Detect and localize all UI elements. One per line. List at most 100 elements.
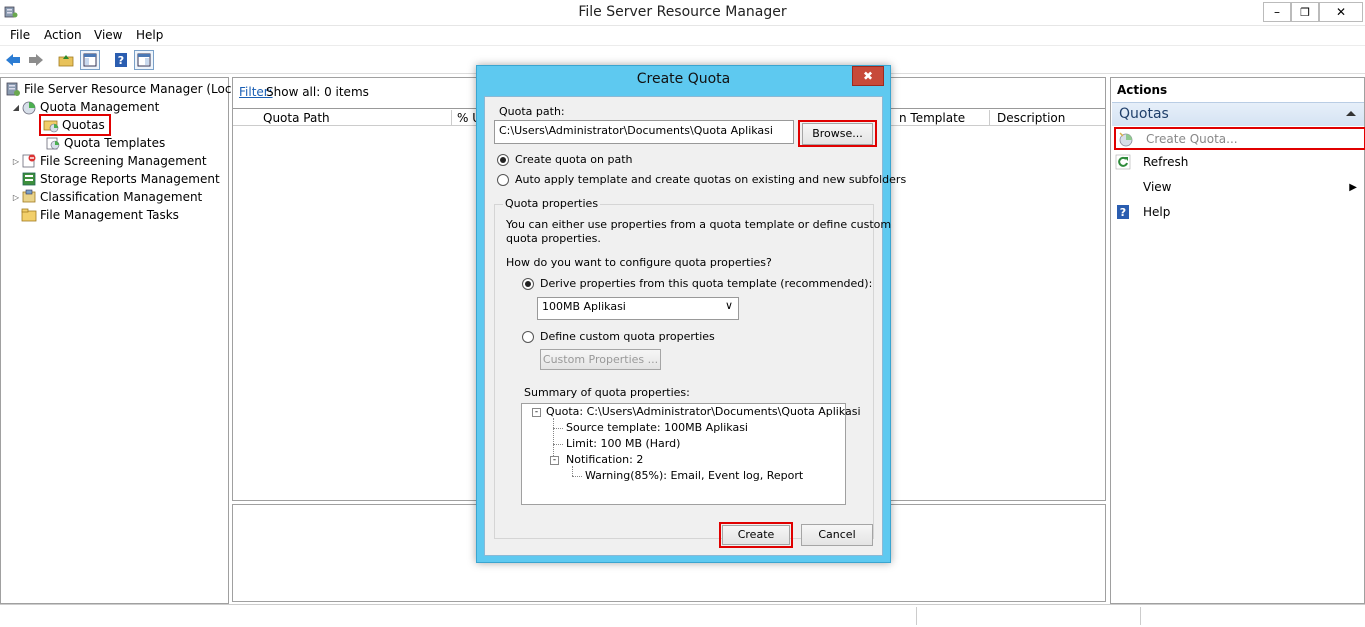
menu-bar: File Action View Help xyxy=(0,26,1365,46)
forward-button[interactable] xyxy=(26,50,46,70)
tree-item-file-management-tasks[interactable]: File Management Tasks xyxy=(21,206,179,224)
close-icon: ✕ xyxy=(1335,5,1347,19)
how-configure-prompt: How do you want to configure quota prope… xyxy=(506,256,772,269)
collapse-minus-icon[interactable]: - xyxy=(550,456,559,465)
close-window-button[interactable]: ✕ xyxy=(1319,2,1363,22)
tree-label-storage-reports: Storage Reports Management xyxy=(40,172,220,186)
minimize-icon: – xyxy=(1274,5,1280,19)
quota-management-icon xyxy=(22,101,36,115)
tree-item-quota-templates[interactable]: Quota Templates xyxy=(45,134,165,152)
show-hide-tree-button[interactable] xyxy=(80,50,100,70)
browse-button[interactable]: Browse... xyxy=(802,123,873,145)
collapse-minus-icon[interactable]: - xyxy=(532,408,541,417)
summary-limit: Limit: 100 MB (Hard) xyxy=(566,437,681,450)
custom-properties-button[interactable]: Custom Properties ... xyxy=(540,349,661,370)
tree-label-file-screening: File Screening Management xyxy=(40,154,207,168)
restore-icon: ❐ xyxy=(1300,5,1310,19)
tree-item-quotas[interactable]: Quotas xyxy=(39,114,111,136)
action-refresh[interactable]: Refresh xyxy=(1115,151,1188,173)
dialog-title: Create Quota xyxy=(636,71,731,87)
menu-help[interactable]: Help xyxy=(136,28,163,42)
summary-source-template: Source template: 100MB Aplikasi xyxy=(566,421,748,434)
action-label-view: View xyxy=(1143,180,1172,194)
dialog-close-button[interactable]: ✖ xyxy=(852,66,884,86)
action-label-create-quota: Create Quota... xyxy=(1146,131,1238,146)
console-tree: File Server Resource Manager (Local) ◢ Q… xyxy=(0,77,247,604)
tree-label-file-management-tasks: File Management Tasks xyxy=(40,208,179,222)
radio-custom-label: Define custom quota properties xyxy=(540,330,715,343)
actions-section-quotas[interactable]: Quotas xyxy=(1112,102,1364,126)
server-icon xyxy=(6,82,20,96)
close-icon: ✖ xyxy=(862,69,874,83)
tree-label-classification: Classification Management xyxy=(40,190,203,204)
svg-text:?: ? xyxy=(1120,206,1126,219)
quota-path-label: Quota path: xyxy=(499,105,565,118)
action-help[interactable]: ? Help xyxy=(1115,201,1170,223)
menu-action[interactable]: Action xyxy=(44,28,82,42)
tree-label-quotas: Quotas xyxy=(62,118,105,132)
radio-custom-properties[interactable] xyxy=(522,331,534,343)
radio-derive-from-template[interactable] xyxy=(522,278,534,290)
expand-arrow-icon[interactable]: ▷ xyxy=(11,157,21,166)
up-folder-button[interactable] xyxy=(56,50,76,70)
menu-view[interactable]: View xyxy=(94,28,122,42)
tree-item-fsrm-root[interactable]: File Server Resource Manager (Local) xyxy=(3,80,247,98)
actions-pane: Actions Quotas Create Quota... Refresh V… xyxy=(1110,77,1365,604)
menu-file[interactable]: File xyxy=(10,28,30,42)
quota-properties-group-label: Quota properties xyxy=(503,197,601,210)
properties-description-line1: You can either use properties from a quo… xyxy=(506,218,892,231)
action-create-quota[interactable]: Create Quota... xyxy=(1114,127,1365,150)
quota-path-input[interactable]: C:\Users\Administrator\Documents\Quota A… xyxy=(494,120,794,144)
folder-up-icon xyxy=(58,55,74,67)
cancel-button[interactable]: Cancel xyxy=(801,524,873,546)
svg-text:?: ? xyxy=(118,54,124,67)
filter-status: Show all: 0 items xyxy=(266,85,369,99)
quota-templates-icon xyxy=(46,137,60,150)
show-hide-action-pane-button[interactable] xyxy=(134,50,154,70)
action-view[interactable]: View ▶ xyxy=(1115,176,1357,198)
tree-item-classification[interactable]: ▷ Classification Management xyxy=(11,188,202,206)
column-quota-path[interactable]: Quota Path xyxy=(263,111,330,125)
actions-section-label: Quotas xyxy=(1119,106,1169,122)
file-screening-icon xyxy=(22,154,36,168)
template-select-value: 100MB Aplikasi xyxy=(542,300,626,313)
quotas-folder-icon xyxy=(43,120,59,133)
tree-item-storage-reports[interactable]: Storage Reports Management xyxy=(21,170,220,188)
forward-arrow-icon xyxy=(29,54,43,66)
summary-label: Summary of quota properties: xyxy=(524,386,690,399)
tree-label-quota-management: Quota Management xyxy=(40,100,160,114)
actions-heading: Actions xyxy=(1117,83,1168,97)
summary-notification: Notification: 2 xyxy=(566,453,644,466)
tree-item-file-screening[interactable]: ▷ File Screening Management xyxy=(11,152,207,170)
help-icon: ? xyxy=(1117,205,1129,219)
storage-reports-icon xyxy=(22,172,36,186)
summary-quota: Quota: C:\Users\Administrator\Documents\… xyxy=(546,405,861,418)
template-select[interactable]: 100MB Aplikasi ∨ xyxy=(537,297,739,320)
refresh-icon xyxy=(1115,154,1131,170)
console-tree-icon xyxy=(83,53,97,67)
action-pane-icon xyxy=(137,53,151,67)
status-bar xyxy=(0,604,1365,627)
collapse-up-icon[interactable] xyxy=(1346,111,1356,116)
create-button[interactable]: Create xyxy=(722,525,790,545)
tree-label-root: File Server Resource Manager (Local) xyxy=(24,82,247,96)
back-arrow-icon xyxy=(6,54,20,66)
file-tasks-folder-icon xyxy=(21,208,37,222)
radio-create-on-path[interactable] xyxy=(497,154,509,166)
help-toolbar-button[interactable]: ? xyxy=(111,50,131,70)
summary-warning: Warning(85%): Email, Event log, Report xyxy=(585,469,804,482)
maximize-button[interactable]: ❐ xyxy=(1291,2,1319,22)
column-description[interactable]: Description xyxy=(997,111,1065,125)
window-title: File Server Resource Manager xyxy=(578,4,787,20)
back-button[interactable] xyxy=(3,50,23,70)
minimize-button[interactable]: – xyxy=(1263,2,1291,22)
create-quota-icon xyxy=(1119,131,1133,146)
create-quota-dialog: Create Quota ✖ Quota path: C:\Users\Admi… xyxy=(476,65,906,563)
action-label-refresh: Refresh xyxy=(1143,155,1189,169)
radio-auto-apply[interactable] xyxy=(497,174,509,186)
column-source-template[interactable]: n Template xyxy=(899,111,965,125)
expand-arrow-icon[interactable]: ▷ xyxy=(11,193,21,202)
collapse-arrow-icon[interactable]: ◢ xyxy=(11,103,21,112)
chevron-down-icon: ∨ xyxy=(724,299,733,312)
summary-tree: - Quota: C:\Users\Administrator\Document… xyxy=(521,403,861,505)
